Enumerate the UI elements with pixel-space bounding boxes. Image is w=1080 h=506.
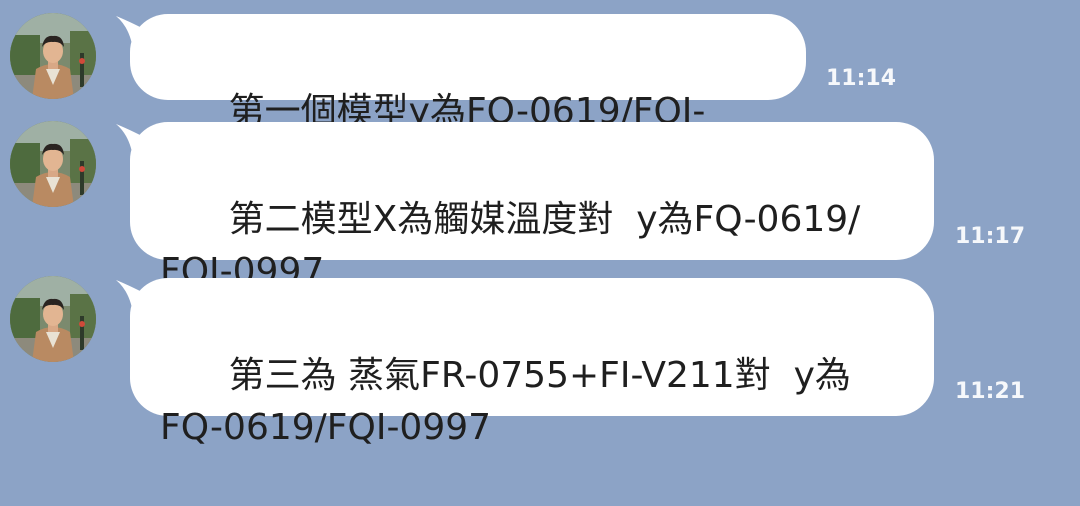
- message-timestamp: 11:14: [826, 66, 897, 91]
- message-bubble[interactable]: 第一個模型y為FQ-0619/FQI-0997: [130, 14, 806, 184]
- message-timestamp: 11:17: [955, 224, 1026, 249]
- message-bubble[interactable]: 第三為 蒸氣FR-0755+FI-V211對 y為 FQ-0619/FQI-09…: [130, 278, 934, 448]
- message-text: 第三為 蒸氣FR-0755+FI-V211對 y為 FQ-0619/FQI-09…: [160, 355, 851, 448]
- message-timestamp: 11:21: [955, 379, 1026, 404]
- message-bubble[interactable]: 第二模型X為觸媒溫度對 y為FQ-0619/ FQI-0997: [130, 122, 934, 292]
- avatar[interactable]: [10, 276, 96, 362]
- avatar[interactable]: [10, 13, 96, 99]
- avatar-photo: [10, 276, 96, 362]
- avatar[interactable]: [10, 121, 96, 207]
- avatar-photo: [10, 121, 96, 207]
- avatar-photo: [10, 13, 96, 99]
